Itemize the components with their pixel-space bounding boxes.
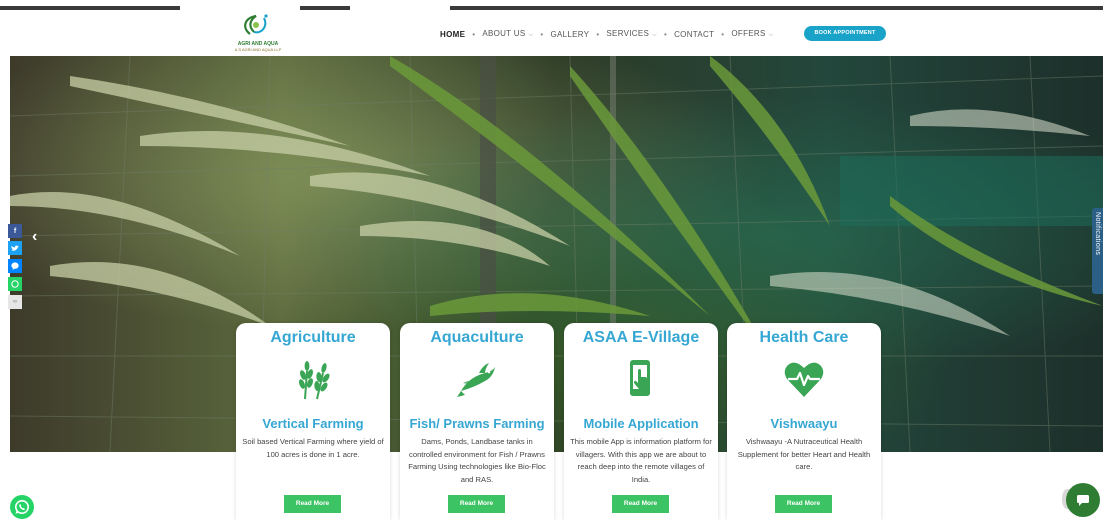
card-title: Agriculture: [270, 329, 356, 346]
service-card-health-care: Health Care Vishwaayu Vishwaayu -A Nutra…: [727, 323, 881, 520]
site-header: AGRI AND AQUA A S AGRI AND AQUA LLP HOME…: [0, 10, 1103, 56]
service-card-e-village: ASAA E-Village Mobile Application This m…: [564, 323, 718, 520]
read-more-button[interactable]: Read More: [448, 495, 505, 513]
hero-slider: ‹ ›: [10, 56, 1103, 452]
messenger-bubble-icon: [11, 262, 19, 270]
chevron-down-icon: ⌵: [768, 32, 774, 38]
hero-image: [10, 56, 1103, 452]
nav-gallery[interactable]: GALLERY: [550, 30, 589, 39]
card-description: Soil based Vertical Farming where yield …: [242, 437, 384, 459]
card-subtitle: Vertical Farming: [262, 416, 364, 431]
nav-services[interactable]: SERVICES ⌵: [606, 29, 657, 39]
card-subtitle: Vishwaayu: [770, 416, 838, 431]
service-card-aquaculture: Aquaculture Fish/ Prawns Farming Dams, P…: [400, 323, 554, 520]
whatsapp-chat-button[interactable]: [10, 495, 34, 519]
mobile-tap-icon: [630, 360, 650, 396]
slider-prev-button[interactable]: ‹: [32, 228, 37, 246]
card-title: ASAA E-Village: [582, 329, 700, 346]
main-nav: HOME • ABOUT US ⌵ • GALLERY • SERVICES ⌵ •…: [440, 26, 774, 42]
service-card-agriculture: Agriculture Vertical Farming Soil based …: [236, 323, 390, 520]
messenger-icon[interactable]: [8, 259, 22, 273]
read-more-button[interactable]: Read More: [775, 495, 832, 513]
card-subtitle: Fish/ Prawns Farming: [409, 416, 545, 431]
card-description: Dams, Ponds, Landbase tanks in controlle…: [408, 437, 546, 484]
notifications-label: Notifications: [1094, 212, 1101, 256]
nav-services-label: SERVICES: [606, 29, 650, 38]
wheat-icon: [299, 361, 330, 400]
top-strip: [0, 0, 1103, 10]
chevron-down-icon: ⌵: [652, 32, 657, 38]
card-subtitle: Mobile Application: [583, 416, 699, 431]
nav-separator: •: [721, 29, 725, 39]
fish-icon: [457, 363, 495, 397]
read-more-button[interactable]: Read More: [612, 495, 669, 513]
twitter-icon[interactable]: [8, 241, 22, 255]
notifications-tab[interactable]: Notifications: [1092, 208, 1103, 294]
facebook-icon[interactable]: f: [8, 224, 22, 238]
card-description: This mobile App is information platform …: [570, 437, 712, 484]
nav-contact[interactable]: CONTACT: [674, 30, 714, 39]
nav-about-label: ABOUT US: [482, 29, 526, 38]
whatsapp-share-icon[interactable]: [8, 277, 22, 291]
nav-separator: •: [472, 29, 476, 39]
whatsapp-glyph-icon: [11, 280, 19, 288]
card-title: Aquaculture: [430, 329, 524, 346]
chat-bubble-icon: [1077, 494, 1089, 506]
whatsapp-icon: [15, 500, 29, 514]
book-appointment-button[interactable]: BOOK APPOINTMENT: [804, 26, 886, 41]
read-more-button[interactable]: Read More: [284, 495, 341, 513]
card-title: Health Care: [759, 329, 849, 346]
logo[interactable]: AGRI AND AQUA A S AGRI AND AQUA LLP: [226, 12, 290, 54]
logo-icon: [244, 14, 268, 35]
nav-offers[interactable]: OFFERS ⌵: [731, 29, 773, 39]
nav-separator: •: [540, 29, 544, 39]
twitter-bird-icon: [11, 245, 19, 251]
logo-subtitle: A S AGRI AND AQUA LLP: [234, 47, 282, 52]
nav-about[interactable]: ABOUT US ⌵: [482, 29, 533, 39]
more-share-icon[interactable]: ‹›: [8, 295, 22, 309]
nav-separator: •: [596, 29, 600, 39]
live-chat-button[interactable]: [1066, 483, 1100, 517]
chevron-down-icon: ⌵: [528, 32, 534, 38]
card-description: Vishwaayu -A Nutraceutical Health Supple…: [737, 437, 871, 471]
nav-separator: •: [664, 29, 668, 39]
nav-offers-label: OFFERS: [731, 29, 766, 38]
heart-pulse-icon: [784, 362, 824, 397]
nav-home[interactable]: HOME: [440, 30, 465, 39]
